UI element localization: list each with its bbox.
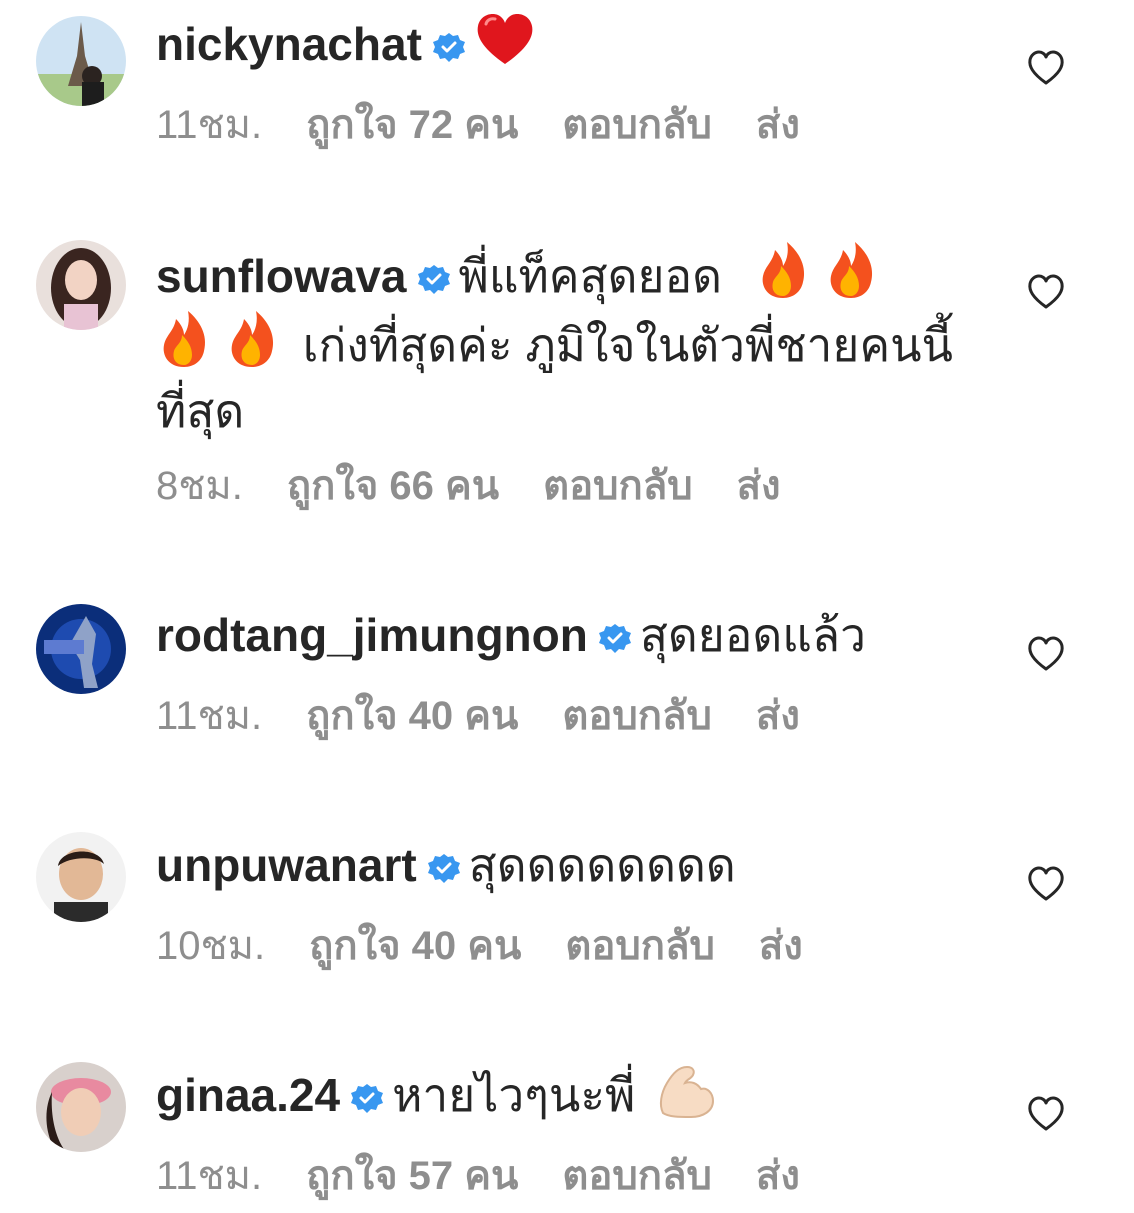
likes-count-link[interactable]: ถูกใจ 40 คน [309,924,521,968]
reply-button[interactable]: ตอบกลับ [543,464,693,508]
comment-username[interactable]: sunflowava [156,250,407,302]
comment-meta: 10ชม. ถูกใจ 40 คน ตอบกลับ ส่ง [156,916,956,976]
comment-time: 10ชม. [156,924,266,968]
avatar[interactable] [36,1062,126,1152]
like-heart-icon[interactable] [1026,1094,1066,1134]
likes-count-link[interactable]: ถูกใจ 66 คน [287,464,499,508]
verified-badge-icon [350,1081,384,1115]
send-button[interactable]: ส่ง [737,464,781,508]
flexed-biceps-emoji-icon [657,1063,717,1119]
likes-count-link[interactable]: ถูกใจ 40 คน [306,694,518,738]
comment-time: 11ชม. [156,103,263,147]
avatar[interactable] [36,16,126,106]
likes-count-link[interactable]: ถูกใจ 57 คน [306,1154,518,1198]
comment-time: 11ชม. [156,1154,263,1198]
comment-username[interactable]: rodtang_jimungnon [156,609,588,661]
fire-emoji-icon [755,240,811,300]
comment-time: 8ชม. [156,464,243,508]
verified-badge-icon [598,621,632,655]
reply-button[interactable]: ตอบกลับ [562,694,712,738]
comment-text: สุดยอดแล้ว [639,609,866,661]
reply-button[interactable]: ตอบกลับ [562,103,712,147]
like-heart-icon[interactable] [1026,864,1066,904]
like-heart-icon[interactable] [1026,48,1066,88]
avatar[interactable] [36,832,126,922]
comment-meta: 11ชม. ถูกใจ 40 คน ตอบกลับ ส่ง [156,686,956,746]
send-button[interactable]: ส่ง [756,694,800,738]
verified-badge-icon [417,262,451,296]
comment-username[interactable]: unpuwanart [156,839,417,891]
red-heart-emoji-icon [474,10,536,68]
comment-username[interactable]: ginaa.24 [156,1069,340,1121]
avatar[interactable] [36,604,126,694]
send-button[interactable]: ส่ง [759,924,803,968]
comment-meta: 11ชม. ถูกใจ 57 คน ตอบกลับ ส่ง [156,1146,956,1206]
reply-button[interactable]: ตอบกลับ [562,1154,712,1198]
like-heart-icon[interactable] [1026,272,1066,312]
comment-time: 11ชม. [156,694,263,738]
comment-text: พี่แท็คสุดยอด [458,250,722,302]
avatar[interactable] [36,240,126,330]
fire-emoji-icon [156,309,212,369]
comment-meta: 8ชม. ถูกใจ 66 คน ตอบกลับ ส่ง [156,456,956,516]
fire-emoji-icon [224,309,280,369]
send-button[interactable]: ส่ง [756,103,800,147]
comment-meta: 11ชม. ถูกใจ 72 คน ตอบกลับ ส่ง [156,95,956,155]
likes-count-link[interactable]: ถูกใจ 72 คน [306,103,518,147]
comment-username[interactable]: nickynachat [156,18,422,70]
comment-text: หายไวๆนะพี่ [392,1069,636,1121]
send-button[interactable]: ส่ง [756,1154,800,1198]
like-heart-icon[interactable] [1026,634,1066,674]
comment-text: สุดดดดดดดด [468,839,736,891]
verified-badge-icon [432,30,466,64]
fire-emoji-icon [823,240,879,300]
verified-badge-icon [427,851,461,885]
reply-button[interactable]: ตอบกลับ [565,924,715,968]
